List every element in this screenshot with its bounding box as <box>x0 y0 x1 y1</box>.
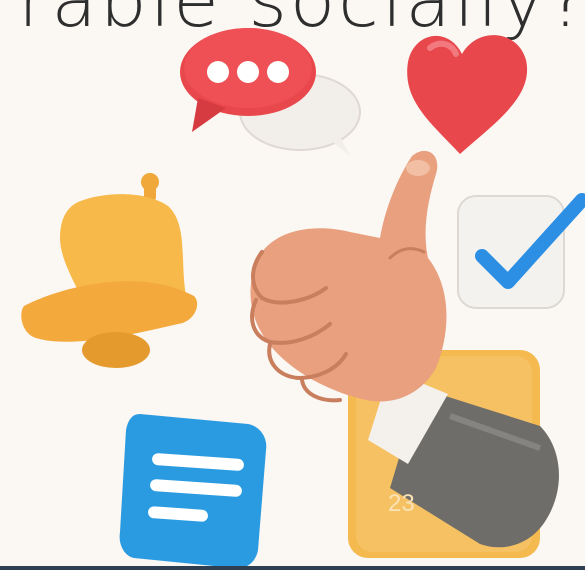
page-number: 23 <box>388 490 415 517</box>
slide-canvas: rable socially? 23 <box>0 0 585 570</box>
heart-icon <box>407 35 528 154</box>
bottom-divider <box>0 566 585 570</box>
bell-icon <box>21 173 198 368</box>
speech-bubble-icon <box>180 28 361 156</box>
message-lines-icon <box>119 414 267 569</box>
